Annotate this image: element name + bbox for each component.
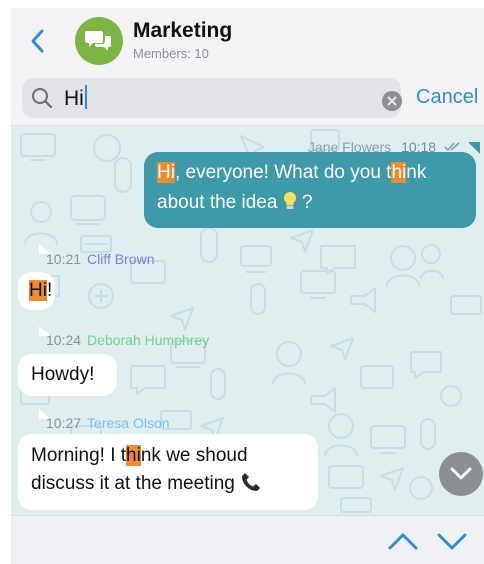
next-result-button[interactable] (436, 528, 468, 554)
telephone-icon (242, 473, 261, 491)
chevron-down-icon (450, 467, 472, 480)
back-button[interactable] (25, 26, 51, 56)
chat-title: Marketing (133, 19, 233, 42)
search-highlight: hi (391, 162, 407, 183)
message-meta: 10:27 Teresa Olson (46, 415, 170, 431)
message-meta: 10:21 Cliff Brown (46, 251, 154, 267)
members-count: Members: 10 (133, 46, 209, 61)
chat-search-screen: Marketing Members: 10 Hi Cancel Jane Flo… (11, 8, 484, 564)
search-input[interactable]: Hi (22, 78, 402, 118)
lightbulb-icon (283, 191, 296, 209)
search-highlight: Hi (29, 280, 47, 301)
search-bar: Hi Cancel (11, 74, 484, 126)
message-bubble-incoming[interactable]: Hi! (18, 272, 55, 310)
cancel-button[interactable]: Cancel (416, 86, 478, 109)
search-highlight: hi (126, 445, 141, 466)
chevron-up-icon (388, 533, 418, 550)
clear-circle-icon (387, 96, 397, 106)
message-time: 10:24 (46, 332, 82, 348)
search-highlight: Hi (157, 162, 175, 183)
bubble-tail (468, 142, 480, 154)
message-bubble-incoming[interactable]: Howdy! (18, 354, 117, 396)
text-caret (84, 85, 87, 109)
message-bubble-outgoing[interactable]: Hi, everyone! What do you think about the… (144, 152, 476, 228)
previous-result-button[interactable] (387, 528, 419, 554)
message-meta: 10:24 Deborah Humphrey (46, 332, 209, 348)
chat-header: Marketing Members: 10 (11, 8, 484, 74)
magnifier-icon (32, 88, 53, 109)
message-list[interactable]: Jane Flowers 10:18 Hi, everyone! What do… (11, 126, 484, 515)
scroll-to-bottom-button[interactable] (439, 452, 483, 496)
group-avatar[interactable] (75, 17, 123, 65)
chat-bubbles-icon (85, 31, 111, 51)
message-bubble-incoming[interactable]: Morning! I think we shoud discuss it at t… (18, 434, 318, 510)
search-query[interactable]: Hi (64, 85, 87, 111)
sender-name: Cliff Brown (87, 251, 155, 267)
message-time: 10:21 (46, 251, 82, 267)
search-results-navigation (11, 515, 484, 564)
double-check-icon (444, 142, 460, 152)
message-time: 10:27 (46, 415, 82, 431)
chevron-down-icon (437, 533, 467, 550)
clear-search-button[interactable] (382, 91, 402, 111)
sender-name: Deborah Humphrey (87, 332, 210, 348)
sender-name: Teresa Olson (87, 415, 170, 431)
chevron-left-icon (31, 29, 44, 53)
